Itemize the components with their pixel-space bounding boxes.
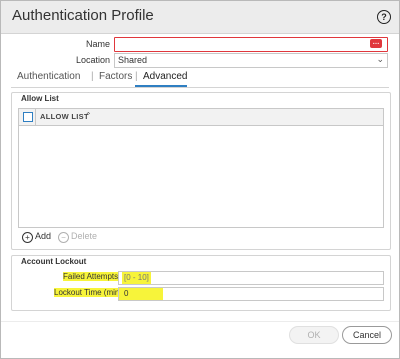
title-bar: Authentication Profile ? (1, 1, 399, 34)
name-input[interactable] (114, 37, 388, 52)
footer-divider (1, 321, 399, 322)
active-tab-indicator (135, 85, 187, 87)
delete-button[interactable]: − Delete (58, 231, 97, 243)
location-label: Location (75, 55, 110, 65)
lockout-time-value: 0 (124, 289, 129, 298)
location-value: Shared (118, 55, 148, 65)
tab-separator: | (91, 71, 94, 82)
cancel-button[interactable]: Cancel (342, 326, 392, 344)
dialog-title: Authentication Profile (12, 7, 154, 24)
name-error-icon: … (370, 39, 382, 48)
chevron-down-icon: ⌄ (376, 54, 384, 64)
location-select[interactable]: Shared ⌄ (114, 53, 388, 68)
tab-authentication[interactable]: Authentication (17, 71, 80, 82)
ok-button[interactable]: OK (289, 326, 339, 344)
tab-separator: | (135, 71, 138, 82)
column-divider (35, 109, 36, 125)
help-icon[interactable]: ? (377, 10, 391, 24)
lockout-time-input[interactable]: 0 (118, 287, 384, 301)
failed-attempts-label: Failed Attempts (63, 272, 119, 281)
sort-ascending-icon[interactable]: ⌃ (85, 111, 92, 120)
lockout-time-label: Lockout Time (min) (54, 288, 123, 297)
account-lockout-title: Account Lockout (21, 257, 87, 266)
grid-header: ALLOW LIST ⌃ (19, 109, 383, 126)
allow-list-grid: ALLOW LIST ⌃ (18, 108, 384, 228)
minus-circle-icon: − (58, 232, 69, 243)
add-button[interactable]: + Add (22, 231, 51, 243)
tab-bar: Authentication | Factors | Advanced (11, 69, 389, 88)
add-label: Add (35, 231, 52, 241)
failed-attempts-placeholder: [0 - 10] (122, 272, 151, 284)
select-all-checkbox[interactable] (23, 112, 33, 122)
tab-advanced[interactable]: Advanced (143, 71, 187, 82)
list-actions: + Add − Delete (18, 229, 382, 245)
tab-factors[interactable]: Factors (99, 71, 132, 82)
failed-attempts-input[interactable]: [0 - 10] (118, 271, 384, 285)
name-label: Name (85, 39, 110, 49)
authentication-profile-dialog: Authentication Profile ? Name … Location… (0, 0, 400, 359)
allow-list-title: Allow List (21, 94, 59, 103)
delete-label: Delete (71, 231, 98, 241)
plus-circle-icon: + (22, 232, 33, 243)
column-header-allow-list[interactable]: ALLOW LIST (40, 112, 89, 121)
